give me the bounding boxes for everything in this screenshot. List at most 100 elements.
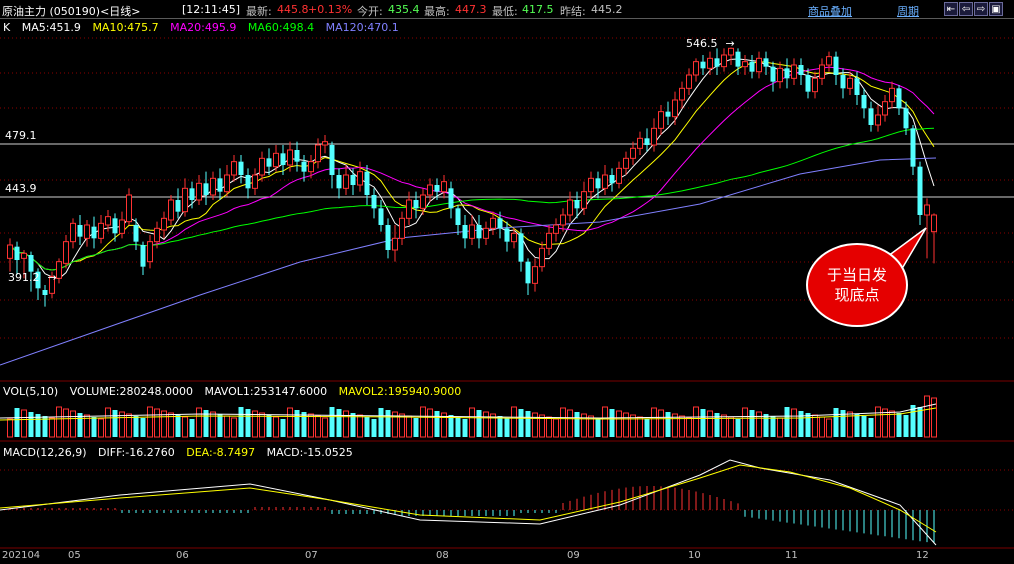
candle-body (854, 78, 860, 95)
peak-value: 546.5 (686, 37, 718, 50)
volume-bar (532, 412, 538, 438)
candle-body (203, 183, 209, 195)
volume-bar (497, 416, 503, 437)
candle-body (455, 208, 461, 225)
volume-bar (665, 412, 671, 437)
trough-value: 391.2 (8, 271, 40, 284)
volume-bar (574, 412, 580, 437)
volume-bar (707, 410, 713, 438)
candle-body (462, 225, 468, 239)
candle-body (476, 225, 482, 239)
moving-average-lines (0, 58, 937, 366)
level-label-high: 479.1 (3, 129, 39, 142)
volume-bar (791, 408, 797, 438)
candle-body (931, 214, 937, 233)
volume-bar (231, 417, 237, 438)
candle-body (84, 224, 90, 239)
volume-bar (917, 407, 923, 437)
candle-body (140, 245, 146, 267)
volume-bar (805, 413, 811, 437)
volume-bar (70, 410, 76, 438)
candle-body (406, 199, 412, 219)
candle-body (595, 178, 601, 189)
volume-bar (700, 409, 706, 437)
candle-body (469, 224, 475, 239)
volume-bars (0, 395, 937, 438)
volume-bar (735, 419, 741, 437)
volume-bar (154, 408, 160, 438)
candle-body (630, 147, 636, 159)
volume-bar (644, 419, 650, 437)
macd-value: MACD:-15.0525 (266, 446, 353, 459)
volume-bar (630, 414, 636, 438)
candle-body (336, 175, 342, 189)
date-label: 10 (688, 550, 701, 561)
volume-bar (91, 417, 97, 437)
volume-bar (294, 410, 300, 437)
candle-body (798, 65, 804, 75)
callout-text: 于当日发现底点 (826, 266, 887, 304)
candle-body (21, 252, 27, 259)
macd-legend: MACD(12,26,9) DIFF:-16.2760 DEA:-8.7497 … (3, 446, 361, 459)
date-label: 12 (916, 550, 929, 561)
macd-label: MACD(12,26,9) (3, 446, 87, 459)
candle-body (665, 111, 671, 117)
candle-body (154, 227, 160, 243)
volume-bar (553, 418, 559, 438)
candle-body (588, 177, 594, 193)
volume-bar (56, 406, 62, 438)
candle-body (560, 214, 566, 226)
peak-annotation: 546.5 → (686, 37, 735, 50)
candle-body (686, 74, 692, 89)
date-label: 11 (785, 550, 798, 561)
volume-value: VOLUME:280248.0000 (69, 385, 193, 398)
candle-body (189, 188, 195, 200)
candle-body (637, 137, 643, 149)
candle-body (875, 114, 881, 126)
candle-body (735, 51, 741, 67)
candle-body (238, 161, 244, 175)
volume-bar (322, 417, 328, 438)
volume-bar (21, 409, 27, 438)
volume-bar (308, 413, 314, 438)
volume-bar (371, 419, 377, 437)
candle-body (777, 67, 783, 83)
candle-body (721, 54, 727, 68)
candle-body (280, 153, 286, 165)
candle-body (182, 187, 188, 213)
level-label-low: 443.9 (3, 182, 39, 195)
candle-body (840, 75, 846, 89)
mavol2-value: MAVOL2:195940.9000 (338, 385, 462, 398)
candle-body (210, 177, 216, 196)
candle-body (924, 204, 930, 216)
candle-body (378, 208, 384, 225)
candle-body (56, 261, 62, 279)
candle-body (112, 218, 118, 234)
candle-body (266, 158, 272, 167)
candle-body (427, 184, 433, 196)
volume-bar (679, 415, 685, 438)
candle-body (812, 77, 818, 93)
volume-bar (245, 409, 251, 437)
volume-bar (182, 416, 188, 438)
bottom-found-callout: 于当日发现底点 (806, 243, 908, 327)
candle-body (882, 101, 888, 116)
volume-bar (609, 409, 615, 437)
volume-bar (686, 417, 692, 438)
volume-bar (742, 407, 748, 438)
candle-body (609, 175, 615, 184)
candle-body (315, 144, 321, 163)
candle-body (770, 66, 776, 82)
volume-bar (189, 419, 195, 437)
candle-body (917, 166, 923, 215)
volume-bar (546, 416, 552, 438)
volume-bar (819, 416, 825, 438)
candle-body (294, 150, 300, 162)
volume-bar (896, 413, 902, 437)
volume-bar (147, 406, 153, 438)
volume-bar (567, 409, 573, 438)
volume-bar (903, 415, 909, 437)
candle-body (231, 161, 237, 176)
candle-body (252, 174, 258, 189)
candle-body (147, 241, 153, 263)
